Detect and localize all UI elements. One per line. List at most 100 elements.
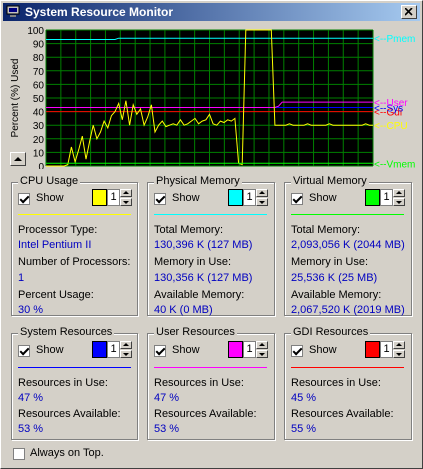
vmem-color-swatch[interactable] bbox=[365, 189, 380, 206]
user-inuse-value: 47 % bbox=[154, 392, 180, 404]
main-window: System Resource Monitor 0 10 20 30 40 50 60 70 8… bbox=[0, 0, 423, 469]
gdi-inuse-value: 45 % bbox=[291, 392, 317, 404]
y-tick-label: 0 bbox=[38, 162, 44, 169]
percent-usage-label: Percent Usage: bbox=[18, 289, 94, 301]
processor-type-label: Processor Type: bbox=[18, 224, 98, 236]
pmem-show-checkbox[interactable] bbox=[154, 193, 166, 205]
y-axis-label: Percent (%) Used bbox=[10, 59, 21, 138]
vmem-show-checkbox[interactable] bbox=[291, 193, 303, 205]
processor-type-value: Intel Pentium II bbox=[18, 239, 92, 251]
app-monitor-icon bbox=[6, 5, 20, 18]
sys-available-label: Resources Available: bbox=[18, 408, 121, 420]
user-resources-group: User Resources Show 1 Resources in Use: … bbox=[147, 326, 275, 440]
gdi-spin-buttons[interactable] bbox=[393, 341, 405, 358]
user-spin-buttons[interactable] bbox=[256, 341, 268, 358]
user-color-underline bbox=[154, 367, 267, 368]
pmem-color-underline bbox=[154, 214, 267, 215]
cpu-spin-value[interactable]: 1 bbox=[107, 189, 120, 206]
y-tick-label: 10 bbox=[33, 148, 45, 159]
system-resources-group: System Resources Show 1 Resources in Use… bbox=[11, 326, 138, 440]
gdi-available-value: 55 % bbox=[291, 423, 317, 435]
collapse-chart-button[interactable] bbox=[10, 152, 26, 166]
vmem-total-label: Total Memory: bbox=[291, 224, 361, 236]
vmem-color-underline bbox=[291, 214, 404, 215]
virtual-memory-title: Virtual Memory bbox=[291, 175, 369, 187]
vmem-show-label: Show bbox=[309, 192, 337, 204]
user-show-label: Show bbox=[172, 344, 200, 356]
cpu-spin-buttons[interactable] bbox=[120, 189, 132, 206]
gdi-show-checkbox[interactable] bbox=[291, 345, 303, 357]
cpu-usage-group: CPU Usage Show 1 Processor Type: Intel P… bbox=[11, 175, 138, 316]
sys-spin-buttons[interactable] bbox=[120, 341, 132, 358]
window-title: System Resource Monitor bbox=[25, 5, 174, 19]
y-tick-label: 20 bbox=[33, 135, 45, 146]
gdi-color-swatch[interactable] bbox=[365, 341, 380, 358]
pmem-total-label: Total Memory: bbox=[154, 224, 224, 236]
vmem-total-value: 2,093,056 K (2044 MB) bbox=[291, 239, 405, 251]
title-bar[interactable]: System Resource Monitor bbox=[3, 3, 420, 21]
system-resources-title: System Resources bbox=[18, 326, 115, 338]
usage-chart: 0 10 20 30 40 50 60 70 80 90 100 Percent (%) Used <-… bbox=[8, 26, 416, 173]
gdi-resources-group: GDI Resources Show 1 Resources in Use: 4… bbox=[284, 326, 412, 440]
user-spin-value[interactable]: 1 bbox=[243, 341, 256, 358]
vmem-inuse-label: Memory in Use: bbox=[291, 256, 369, 268]
user-available-label: Resources Available: bbox=[154, 408, 257, 420]
sys-show-label: Show bbox=[36, 344, 64, 356]
vmem-available-label: Available Memory: bbox=[291, 289, 382, 301]
pmem-available-label: Available Memory: bbox=[154, 289, 245, 301]
y-tick-label: 90 bbox=[33, 40, 45, 51]
legend-label: <--User bbox=[374, 98, 408, 109]
always-on-top-label[interactable]: Always on Top. bbox=[30, 447, 104, 459]
user-available-value: 53 % bbox=[154, 423, 180, 435]
user-show-checkbox[interactable] bbox=[154, 345, 166, 357]
pmem-inuse-value: 130,356 K (127 MB) bbox=[154, 272, 253, 284]
vmem-spin-value[interactable]: 1 bbox=[380, 189, 393, 206]
gdi-spin-value[interactable]: 1 bbox=[380, 341, 393, 358]
physical-memory-group: Physical Memory Show 1 Total Memory: 130… bbox=[147, 175, 275, 316]
sys-color-swatch[interactable] bbox=[92, 341, 107, 358]
y-tick-label: 50 bbox=[33, 94, 45, 105]
physical-memory-title: Physical Memory bbox=[154, 175, 242, 187]
virtual-memory-group: Virtual Memory Show 1 Total Memory: 2,09… bbox=[284, 175, 412, 316]
sys-available-value: 53 % bbox=[18, 423, 44, 435]
y-tick-label: 70 bbox=[33, 67, 45, 78]
cpu-color-swatch[interactable] bbox=[92, 189, 107, 206]
vmem-spin-buttons[interactable] bbox=[393, 189, 405, 206]
always-on-top-checkbox[interactable] bbox=[13, 448, 25, 460]
cpu-color-underline bbox=[18, 214, 131, 215]
sys-show-checkbox[interactable] bbox=[18, 345, 30, 357]
percent-usage-value: 30 % bbox=[18, 304, 44, 316]
pmem-show-label: Show bbox=[172, 192, 200, 204]
y-tick-label: 100 bbox=[27, 26, 44, 37]
num-processors-label: Number of Processors: bbox=[18, 256, 131, 268]
y-tick-label: 60 bbox=[33, 80, 45, 91]
pmem-spin-value[interactable]: 1 bbox=[243, 189, 256, 206]
user-color-swatch[interactable] bbox=[228, 341, 243, 358]
gdi-available-label: Resources Available: bbox=[291, 408, 394, 420]
y-tick-label: 40 bbox=[33, 108, 45, 119]
y-tick-label: 80 bbox=[33, 53, 45, 64]
pmem-total-value: 130,396 K (127 MB) bbox=[154, 239, 253, 251]
legend-label: <--CPU bbox=[374, 121, 408, 132]
sys-spin-value[interactable]: 1 bbox=[107, 341, 120, 358]
sys-inuse-value: 47 % bbox=[18, 392, 44, 404]
num-processors-value: 1 bbox=[18, 272, 25, 284]
pmem-available-value: 40 K (0 MB) bbox=[154, 304, 213, 316]
cpu-show-checkbox[interactable] bbox=[18, 193, 30, 205]
legend-label: <--Pmem bbox=[374, 34, 415, 45]
close-button[interactable] bbox=[401, 5, 417, 19]
gdi-color-underline bbox=[291, 367, 404, 368]
cpu-show-label: Show bbox=[36, 192, 64, 204]
gdi-resources-title: GDI Resources bbox=[291, 326, 371, 338]
vmem-inuse-value: 25,536 K (25 MB) bbox=[291, 272, 378, 284]
pmem-inuse-label: Memory in Use: bbox=[154, 256, 232, 268]
gdi-inuse-label: Resources in Use: bbox=[291, 377, 381, 389]
sys-color-underline bbox=[18, 367, 131, 368]
pmem-color-swatch[interactable] bbox=[228, 189, 243, 206]
user-inuse-label: Resources in Use: bbox=[154, 377, 244, 389]
sys-inuse-label: Resources in Use: bbox=[18, 377, 108, 389]
user-resources-title: User Resources bbox=[154, 326, 237, 338]
pmem-spin-buttons[interactable] bbox=[256, 189, 268, 206]
y-tick-label: 30 bbox=[33, 121, 45, 132]
legend-label: <--Vmem bbox=[374, 159, 415, 169]
